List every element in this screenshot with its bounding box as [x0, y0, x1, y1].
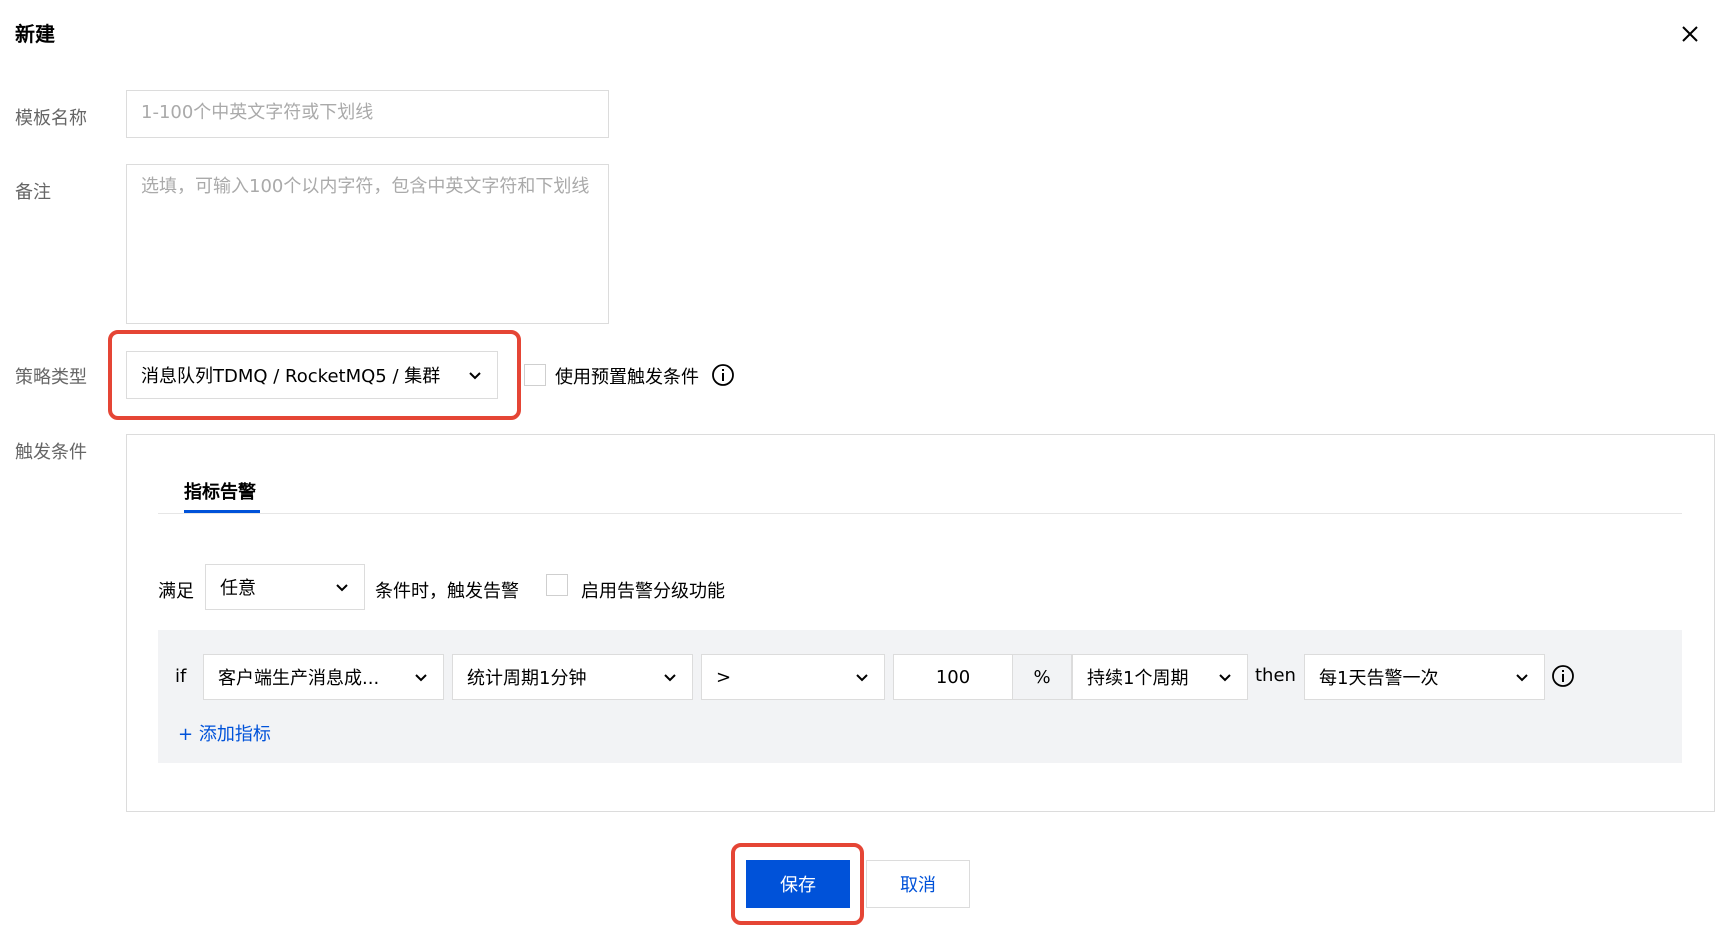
chevron-down-icon [1516, 674, 1528, 682]
remark-placeholder: 选填，可输入100个以内字符，包含中英文字符和下划线 [141, 176, 590, 197]
chevron-down-icon [469, 372, 481, 380]
chevron-down-icon [856, 674, 868, 682]
chevron-down-icon [664, 674, 676, 682]
close-icon[interactable] [1678, 22, 1702, 46]
dialog-title: 新建 [15, 22, 55, 46]
tab-metric-alarm[interactable]: 指标告警 [184, 478, 256, 504]
satisfy-value: 任意 [220, 578, 256, 599]
satisfy-label: 满足 [158, 581, 194, 602]
tab-divider [158, 513, 1682, 514]
unit-value: % [1033, 666, 1051, 688]
add-metric-button[interactable]: + 添加指标 [178, 720, 271, 746]
chevron-down-icon [415, 674, 427, 682]
frequency-value: 每1天告警一次 [1319, 668, 1439, 689]
operator-select[interactable]: > [701, 654, 885, 700]
add-metric-label: 添加指标 [198, 724, 271, 745]
info-icon[interactable] [711, 363, 735, 387]
template-name-label: 模板名称 [15, 108, 87, 129]
then-label: then [1255, 665, 1296, 686]
unit-addon: % [1012, 654, 1072, 700]
template-name-placeholder: 1-100个中英文字符或下划线 [141, 102, 374, 123]
threshold-input[interactable]: 100 [893, 654, 1013, 700]
save-button[interactable]: 保存 [746, 860, 850, 908]
duration-value: 持续1个周期 [1087, 668, 1189, 689]
operator-value: > [716, 666, 732, 688]
period-value: 统计周期1分钟 [467, 668, 587, 689]
frequency-select[interactable]: 每1天告警一次 [1304, 654, 1545, 700]
metric-select[interactable]: 客户端生产消息成... [203, 654, 444, 700]
if-label: if [175, 666, 187, 687]
remark-label: 备注 [15, 182, 51, 203]
chevron-down-icon [1219, 674, 1231, 682]
plus-icon: + [178, 724, 194, 745]
period-select[interactable]: 统计周期1分钟 [452, 654, 693, 700]
remark-textarea[interactable]: 选填，可输入100个以内字符，包含中英文字符和下划线 [126, 164, 609, 324]
use-preset-checkbox[interactable] [524, 364, 546, 386]
chevron-down-icon [336, 584, 348, 592]
policy-type-value: 消息队列TDMQ / RocketMQ5 / 集群 [141, 366, 441, 387]
duration-select[interactable]: 持续1个周期 [1072, 654, 1248, 700]
use-preset-label: 使用预置触发条件 [555, 367, 699, 388]
trigger-label: 触发条件 [15, 442, 87, 463]
grading-label: 启用告警分级功能 [581, 581, 725, 602]
grading-checkbox[interactable] [546, 574, 568, 596]
template-name-input[interactable]: 1-100个中英文字符或下划线 [126, 90, 609, 138]
info-icon[interactable] [1551, 664, 1575, 688]
threshold-value: 100 [935, 666, 971, 688]
policy-type-select[interactable]: 消息队列TDMQ / RocketMQ5 / 集群 [126, 351, 498, 399]
condition-text: 条件时，触发告警 [375, 581, 519, 602]
metric-value: 客户端生产消息成... [218, 668, 380, 689]
cancel-button[interactable]: 取消 [866, 860, 970, 908]
satisfy-select[interactable]: 任意 [205, 564, 365, 610]
tab-active-indicator [184, 510, 260, 513]
policy-type-label: 策略类型 [15, 367, 87, 388]
